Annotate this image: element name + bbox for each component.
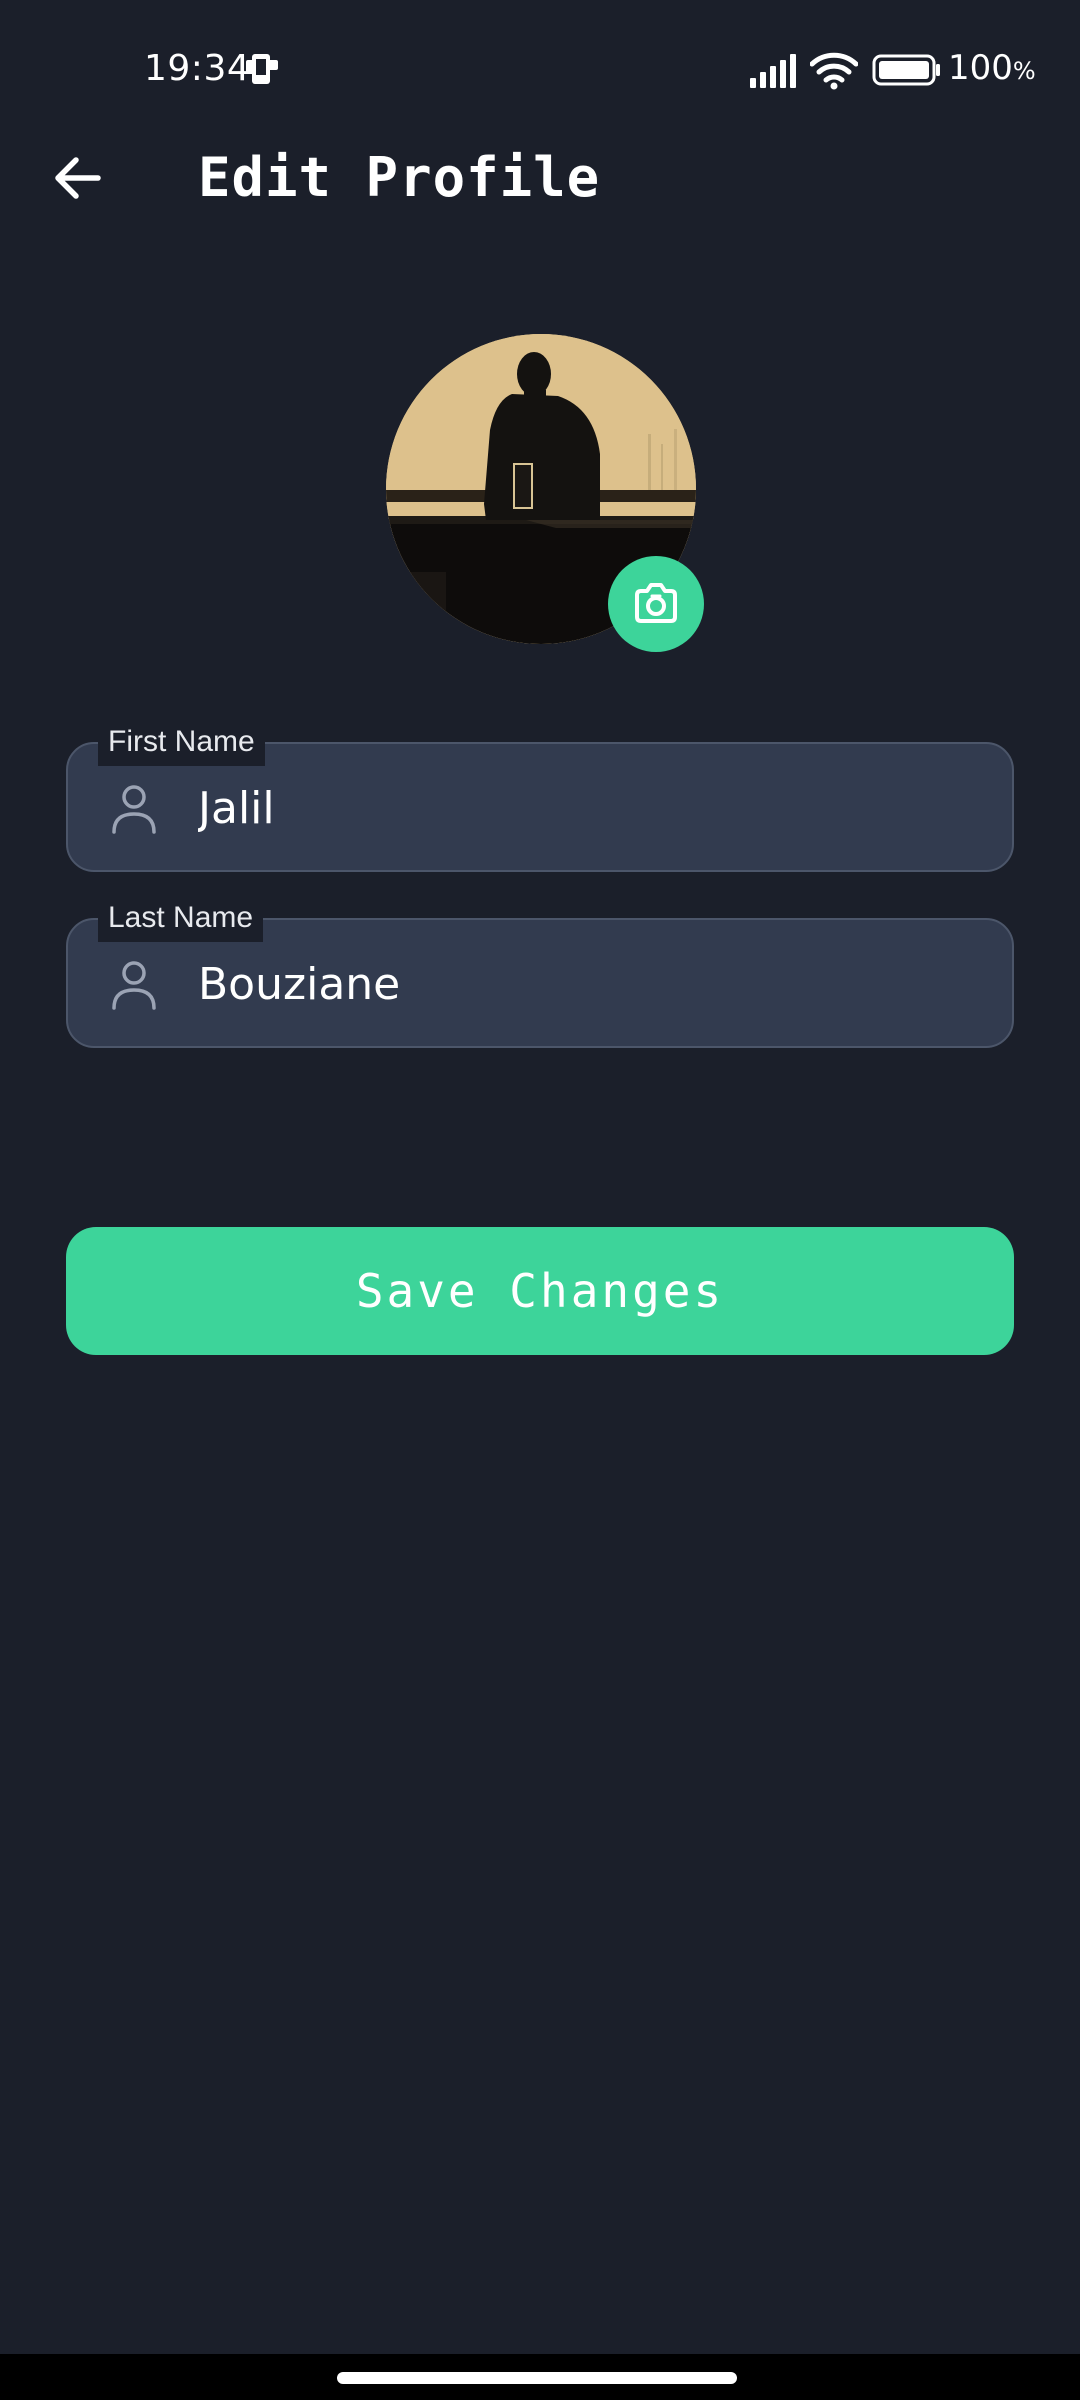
avatar-container [386, 334, 704, 652]
first-name-label: First Name [98, 718, 265, 766]
wifi-icon [810, 52, 858, 90]
change-photo-button[interactable] [608, 556, 704, 652]
page-title: Edit Profile [198, 146, 601, 209]
status-time: 19:34 [144, 48, 251, 89]
status-bar: 19:34 100% [0, 0, 1080, 140]
arrow-left-icon [55, 157, 101, 199]
system-nav-bar [0, 2354, 1080, 2400]
signal-icon [750, 54, 796, 88]
person-icon [112, 785, 156, 834]
battery-percent: 100% [948, 48, 1036, 88]
back-button[interactable] [40, 140, 116, 216]
home-indicator[interactable] [337, 2372, 737, 2384]
person-icon [112, 961, 156, 1010]
last-name-input[interactable] [198, 948, 978, 1020]
battery-icon [872, 54, 940, 86]
last-name-label: Last Name [98, 894, 264, 942]
last-name-field[interactable]: Last Name [66, 894, 1014, 1048]
save-changes-button[interactable]: Save Changes [66, 1227, 1014, 1355]
camera-icon [635, 583, 677, 623]
first-name-field[interactable]: First Name [66, 718, 1014, 872]
notification-icon [246, 54, 278, 84]
first-name-input[interactable] [198, 772, 978, 844]
